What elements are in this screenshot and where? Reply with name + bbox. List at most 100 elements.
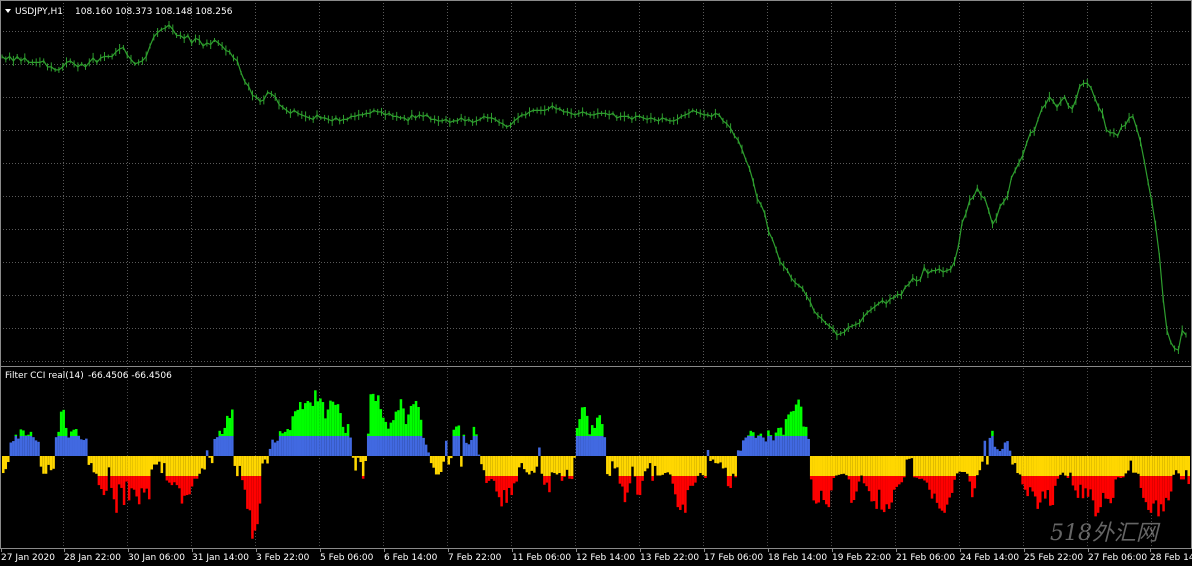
main-grid: [0, 0, 1192, 364]
cci-bar: [147, 456, 151, 476]
cci-bar: [1038, 476, 1042, 503]
cci-bar: [389, 422, 393, 436]
cci-bar: [1167, 456, 1170, 476]
cci-bar: [570, 476, 574, 480]
cci-bar: [960, 456, 964, 472]
cci-bar: [900, 456, 904, 476]
cci-bar: [719, 456, 722, 463]
cci-bar: [19, 436, 23, 456]
cci-bar: [387, 436, 390, 456]
cci-bar: [918, 476, 921, 480]
cci-bar: [940, 456, 944, 476]
cci-bar: [354, 456, 357, 471]
cci-bar: [492, 456, 496, 476]
cci-bar: [1139, 476, 1143, 488]
cci-bar: [455, 426, 458, 436]
cci-bar: [875, 456, 878, 476]
cci-bar: [1142, 456, 1145, 476]
cci-bar: [110, 476, 113, 488]
cci-bar: [497, 476, 501, 498]
cci-bar: [336, 404, 340, 436]
cci-bar: [49, 456, 53, 471]
cci-bar: [319, 398, 322, 436]
cci-bar: [64, 436, 68, 456]
cci-bar: [726, 476, 730, 487]
cci-bar: [47, 456, 50, 465]
cci-bar: [24, 435, 28, 436]
cci-bar: [877, 476, 881, 490]
cci-bar: [1054, 456, 1057, 476]
cci-bar: [799, 406, 803, 436]
cci-bar: [928, 456, 931, 476]
cci-bar: [820, 476, 823, 491]
cci-bar: [550, 456, 554, 473]
cci-bar: [963, 456, 966, 472]
cci-bar: [324, 436, 327, 456]
triangle-down-icon[interactable]: [5, 9, 11, 13]
cci-bar: [820, 456, 823, 476]
cci-bar: [1023, 476, 1027, 490]
cci-bar: [137, 476, 141, 505]
time-label: 5 Feb 06:00: [320, 553, 374, 563]
cci-bar: [397, 410, 400, 436]
cci-bar: [900, 476, 904, 483]
cci-bar: [62, 409, 65, 436]
cci-bar: [316, 436, 320, 456]
cci-bar: [827, 456, 831, 476]
cci-bar: [27, 436, 30, 456]
cci-bar: [500, 456, 503, 476]
cci-bar: [387, 428, 390, 436]
cci-bar: [100, 476, 103, 490]
cci-bar: [950, 456, 954, 476]
cci-bar: [1041, 476, 1045, 492]
cci-bar: [1084, 456, 1087, 476]
cci-bar: [185, 456, 189, 476]
cci-bar: [555, 456, 559, 475]
cci-bar: [882, 476, 886, 513]
cci-bar: [671, 456, 675, 476]
chart-canvas[interactable]: USDJPY,H1 108.160 108.373 108.148 108.25…: [0, 0, 1192, 566]
cci-bar: [830, 456, 833, 476]
cci-bar: [935, 456, 939, 476]
cci-bar: [183, 476, 186, 496]
cci-bar: [14, 434, 18, 436]
cci-bar: [965, 456, 969, 474]
cci-bar: [799, 436, 803, 456]
cci-bar: [283, 431, 287, 436]
cci-bar: [283, 436, 287, 456]
cci-bar: [694, 476, 697, 483]
cci-bar: [814, 476, 818, 504]
cci-bar: [880, 476, 883, 510]
cci-bar: [392, 420, 395, 436]
cci-bar: [341, 426, 345, 436]
cci-bar: [565, 456, 569, 470]
cci-bar: [573, 456, 576, 458]
cci-bar: [1006, 441, 1009, 456]
cci-bar: [59, 436, 63, 456]
cci-bar: [178, 456, 181, 476]
cci-bar: [9, 442, 13, 456]
cci-bar: [729, 456, 732, 476]
cci-bar: [492, 476, 496, 481]
cci-bar: [880, 456, 883, 476]
cci-bar: [784, 436, 788, 456]
cci-bar: [92, 456, 96, 473]
cci-bar: [366, 433, 370, 436]
cci-bar: [200, 456, 204, 469]
cci-bar: [825, 456, 828, 476]
cci-bar: [132, 456, 136, 476]
cci-bar: [752, 436, 755, 456]
cci-bar: [258, 456, 262, 476]
cci-bar: [850, 476, 853, 503]
indicator-title: Filter CCI real(14): [5, 371, 84, 381]
cci-bar: [344, 432, 347, 436]
cci-bar: [1177, 456, 1180, 474]
cci-bar: [208, 456, 211, 458]
cci-bar: [29, 436, 33, 456]
cci-bar: [241, 476, 244, 481]
cci-bar: [835, 456, 838, 476]
cci-bar: [1041, 456, 1045, 476]
cci-bar: [107, 456, 111, 468]
cci-bar: [943, 456, 946, 476]
cci-bar: [973, 476, 977, 489]
